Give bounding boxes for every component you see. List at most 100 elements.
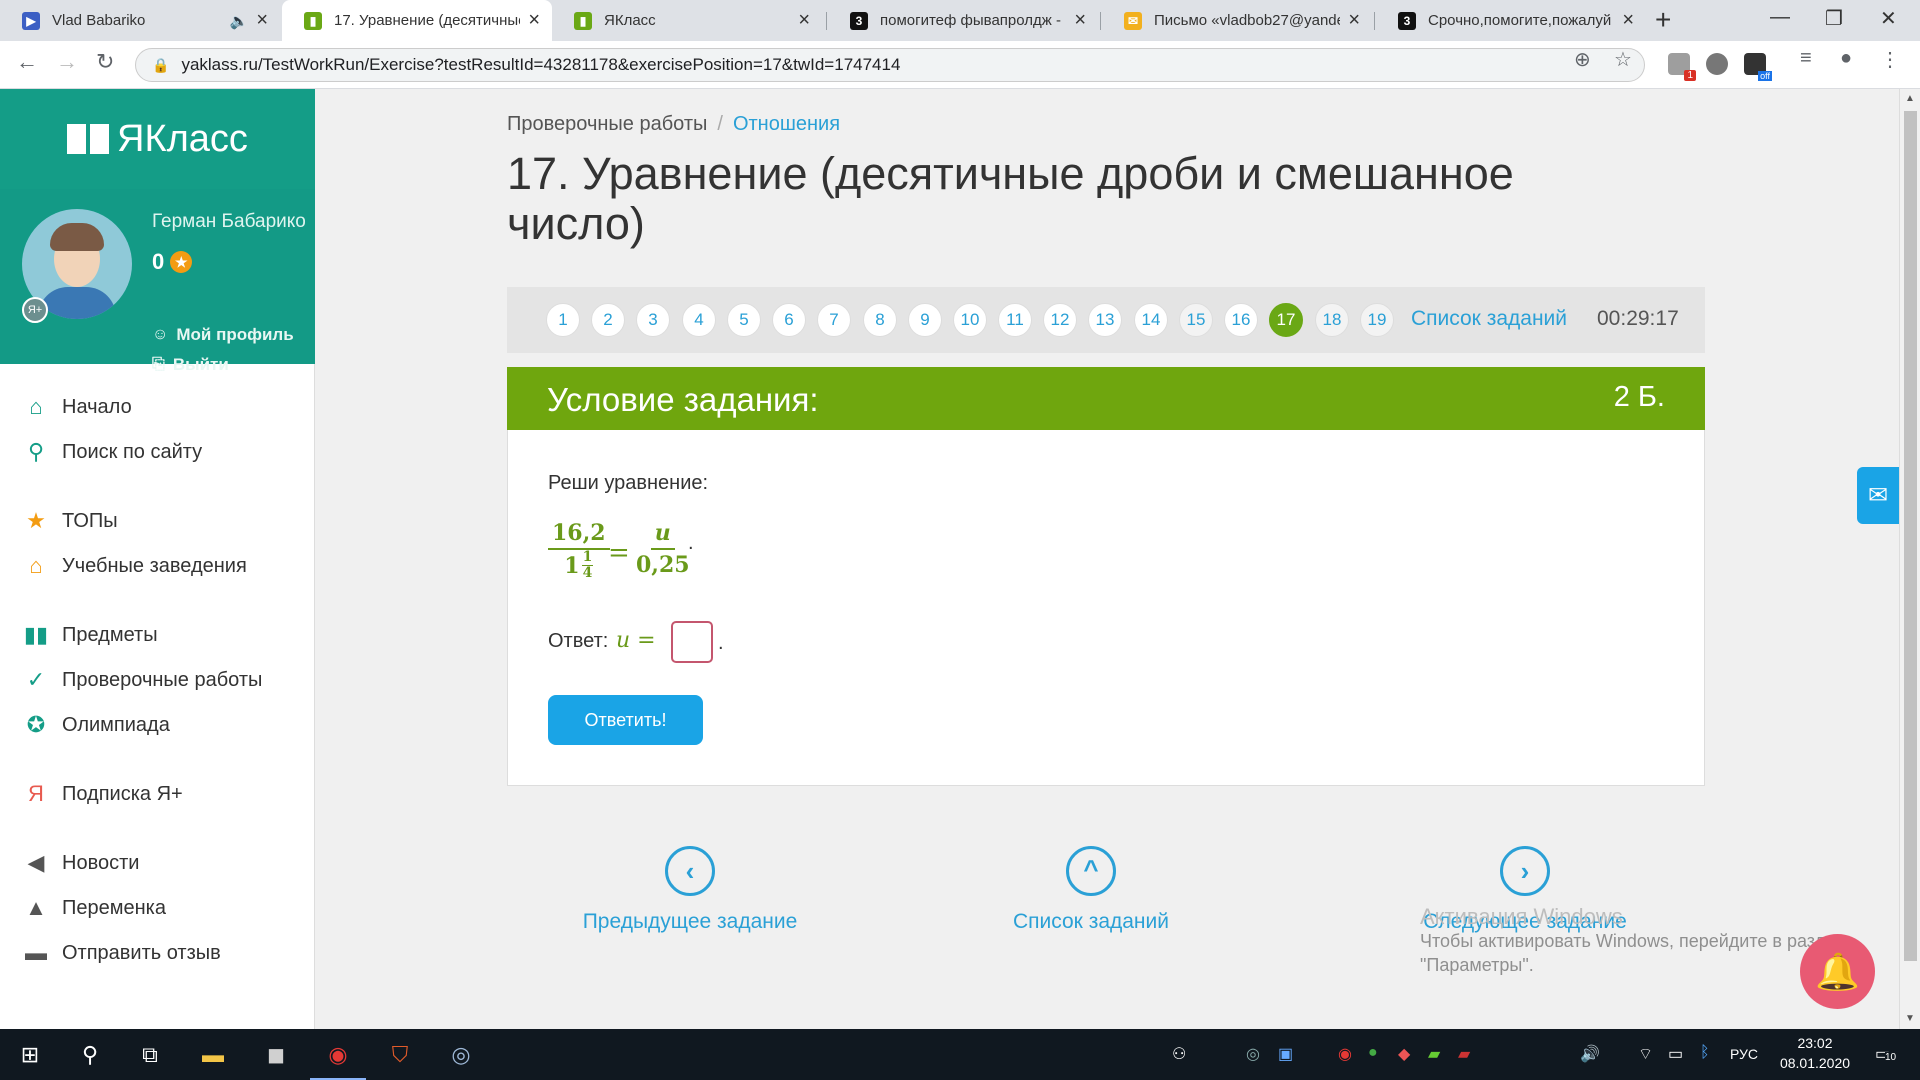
sidebar-item-subscription[interactable]: Я Подписка Я+	[22, 779, 183, 809]
volume-icon[interactable]: 🔊	[1580, 1044, 1600, 1064]
logout-link[interactable]: ⎘ Выйти	[152, 355, 229, 375]
answer-input[interactable]	[671, 621, 713, 663]
sidebar-item-home[interactable]: ⌂ Начало	[22, 392, 131, 422]
question-number-1[interactable]: 1	[546, 303, 580, 337]
question-number-11[interactable]: 11	[998, 303, 1032, 337]
chrome-icon[interactable]: ◉	[310, 1039, 366, 1080]
brave-icon[interactable]: ⛉	[384, 1039, 416, 1071]
submit-button[interactable]: Ответить!	[548, 695, 703, 745]
scroll-down-arrow-icon[interactable]: ▼	[1905, 1013, 1915, 1024]
tab-vlad-babariko[interactable]: ▶ Vlad Babariko 🔈 ×	[0, 0, 280, 41]
tray-icon[interactable]: ▰	[1458, 1044, 1470, 1064]
sidebar-item-tops[interactable]: ★ ТОПы	[22, 506, 118, 536]
close-tab-icon[interactable]: ×	[528, 9, 540, 32]
reload-icon[interactable]: ↻	[96, 49, 114, 75]
sidebar-item-search[interactable]: ⚲ Поиск по сайту	[22, 437, 202, 467]
task-view-icon[interactable]: ⧉	[134, 1039, 166, 1071]
close-tab-icon[interactable]: ×	[1074, 9, 1086, 32]
question-number-17-current[interactable]: 17	[1269, 303, 1303, 337]
tab-znanija-1[interactable]: 3 помогитеф фывапролдж - ×	[828, 0, 1098, 41]
menu-icon[interactable]: ⋮	[1880, 47, 1900, 72]
question-number-2[interactable]: 2	[591, 303, 625, 337]
scrollbar-thumb[interactable]	[1904, 111, 1917, 961]
sidebar-item-news[interactable]: ◀ Новости	[22, 848, 140, 878]
battery-icon[interactable]: ▭	[1668, 1044, 1683, 1064]
question-number-9[interactable]: 9	[908, 303, 942, 337]
question-number-14[interactable]: 14	[1134, 303, 1168, 337]
close-tab-icon[interactable]: ×	[798, 9, 810, 32]
tray-icon[interactable]: ◆	[1398, 1044, 1410, 1064]
chrome-tray-icon[interactable]: ◉	[1338, 1044, 1352, 1064]
scrollbar[interactable]: ▲ ▼	[1899, 89, 1920, 1029]
restore-button[interactable]: ❐	[1825, 6, 1843, 31]
close-tab-icon[interactable]: ×	[256, 9, 268, 32]
extension-vpn-icon[interactable]: off	[1744, 53, 1772, 81]
page-title: 17. Уравнение (десятичные дроби и смешан…	[507, 148, 1514, 249]
sidebar-item-subjects[interactable]: ▮▮ Предметы	[22, 620, 158, 650]
bluetooth-icon[interactable]: ᛒ	[1700, 1044, 1710, 1062]
tab-yaklass[interactable]: ▮ ЯКласс ×	[552, 0, 822, 41]
close-window-button[interactable]: ✕	[1880, 6, 1897, 31]
minimize-button[interactable]: —	[1770, 6, 1790, 29]
close-tab-icon[interactable]: ×	[1622, 9, 1634, 32]
question-number-8[interactable]: 8	[863, 303, 897, 337]
sidebar-item-break[interactable]: ▲ Переменка	[22, 893, 166, 923]
wifi-icon[interactable]: ⌔	[1638, 1044, 1653, 1064]
question-number-18[interactable]: 18	[1315, 303, 1349, 337]
bookmark-star-icon[interactable]: ☆	[1614, 47, 1632, 72]
yaklass-logo[interactable]: ЯКласс	[0, 89, 315, 189]
breadcrumb-current[interactable]: Отношения	[733, 113, 840, 135]
tray-icon[interactable]: ●	[1368, 1044, 1378, 1062]
question-number-6[interactable]: 6	[772, 303, 806, 337]
question-number-3[interactable]: 3	[636, 303, 670, 337]
new-tab-button[interactable]: +	[1655, 4, 1671, 36]
steam-icon[interactable]: ◎	[445, 1039, 477, 1071]
watermark-line-3: "Параметры".	[1420, 955, 1534, 975]
breadcrumb-parent[interactable]: Проверочные работы	[507, 113, 707, 135]
back-icon[interactable]: ←	[16, 49, 38, 75]
tab-current-exercise[interactable]: ▮ 17. Уравнение (десятичные ×	[282, 0, 552, 41]
sidebar-item-olympiad[interactable]: ✪ Олимпиада	[22, 710, 170, 740]
account-icon[interactable]: ●	[1840, 47, 1852, 70]
extension-circle-icon[interactable]	[1706, 53, 1728, 75]
question-number-12[interactable]: 12	[1043, 303, 1077, 337]
question-number-15[interactable]: 15	[1179, 303, 1213, 337]
question-number-16[interactable]: 16	[1224, 303, 1258, 337]
people-icon[interactable]: ⚇	[1172, 1044, 1186, 1064]
notifications-icon[interactable]: ▭ 10	[1875, 1044, 1897, 1064]
close-tab-icon[interactable]: ×	[1348, 9, 1360, 32]
tab-znanija-2[interactable]: 3 Срочно,помогите,пожалуй ×	[1376, 0, 1646, 41]
question-number-13[interactable]: 13	[1088, 303, 1122, 337]
app-tray-icon[interactable]: ▣	[1278, 1044, 1293, 1064]
address-bar[interactable]: 🔒 yaklass.ru/TestWorkRun/Exercise?testRe…	[135, 48, 1645, 82]
sidebar-item-feedback[interactable]: ▬ Отправить отзыв	[22, 938, 221, 968]
extension-shield-icon[interactable]: 1	[1668, 53, 1696, 81]
notification-bell-button[interactable]: 🔔	[1800, 934, 1875, 1009]
sidebar-item-tests[interactable]: ✓ Проверочные работы	[22, 665, 263, 695]
question-number-10[interactable]: 10	[953, 303, 987, 337]
question-number-4[interactable]: 4	[682, 303, 716, 337]
forward-icon[interactable]: →	[56, 49, 78, 75]
sidebar-item-schools[interactable]: ⌂ Учебные заведения	[22, 551, 246, 581]
clock[interactable]: 23:02 08.01.2020	[1775, 1033, 1855, 1073]
game-app-icon[interactable]: ◼	[260, 1039, 292, 1071]
search-icon[interactable]: ⚲	[74, 1039, 106, 1071]
tab-yandex-mail[interactable]: ✉ Письмо «vladbob27@yande ×	[1102, 0, 1372, 41]
question-number-19[interactable]: 19	[1360, 303, 1394, 337]
media-icon[interactable]: ≡	[1800, 47, 1812, 70]
speaker-icon[interactable]: 🔈	[230, 12, 249, 30]
file-explorer-icon[interactable]: ▬	[197, 1039, 229, 1071]
language-indicator[interactable]: РУС	[1730, 1046, 1758, 1062]
profile-link[interactable]: ☺ Мой профиль	[152, 325, 294, 345]
question-number-5[interactable]: 5	[727, 303, 761, 337]
task-list-bottom-link[interactable]: ^ Список заданий	[1001, 846, 1181, 934]
feedback-mail-button[interactable]: ✉	[1857, 467, 1899, 524]
task-list-link[interactable]: Список заданий	[1411, 307, 1567, 331]
start-windows-icon[interactable]: ⊞	[14, 1039, 46, 1071]
add-icon[interactable]: ⊕	[1574, 47, 1591, 72]
steam-tray-icon[interactable]: ◎	[1246, 1044, 1260, 1064]
scroll-up-arrow-icon[interactable]: ▲	[1905, 93, 1915, 104]
previous-task-link[interactable]: ‹ Предыдущее задание	[580, 846, 800, 934]
nvidia-tray-icon[interactable]: ▰	[1428, 1044, 1440, 1064]
question-number-7[interactable]: 7	[817, 303, 851, 337]
